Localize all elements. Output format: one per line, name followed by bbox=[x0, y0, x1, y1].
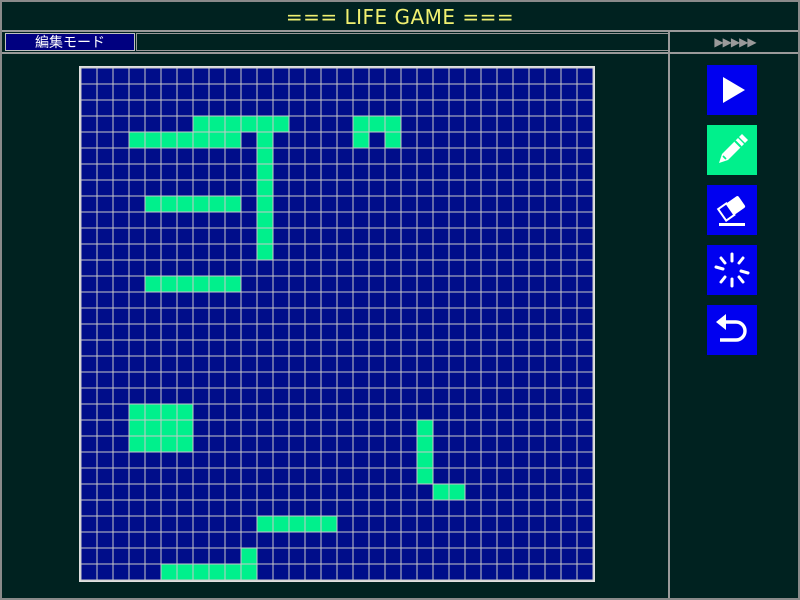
sidebar-divider bbox=[668, 30, 670, 598]
live-cell[interactable] bbox=[353, 116, 369, 132]
live-cell[interactable] bbox=[417, 468, 433, 484]
live-cell[interactable] bbox=[145, 420, 161, 436]
live-cell[interactable] bbox=[225, 196, 241, 212]
live-cell[interactable] bbox=[193, 276, 209, 292]
live-cell[interactable] bbox=[385, 116, 401, 132]
live-cell[interactable] bbox=[193, 132, 209, 148]
live-cell[interactable] bbox=[161, 436, 177, 452]
live-cell[interactable] bbox=[369, 116, 385, 132]
life-grid-canvas[interactable] bbox=[79, 66, 595, 582]
play-button[interactable] bbox=[707, 65, 757, 115]
live-cell[interactable] bbox=[129, 436, 145, 452]
clear-button[interactable] bbox=[707, 245, 757, 295]
eraser-icon bbox=[716, 196, 746, 226]
live-cell[interactable] bbox=[257, 516, 273, 532]
live-cell[interactable] bbox=[161, 420, 177, 436]
status-message-box bbox=[136, 33, 670, 51]
live-cell[interactable] bbox=[177, 420, 193, 436]
live-cell[interactable] bbox=[145, 436, 161, 452]
life-grid[interactable] bbox=[79, 66, 595, 582]
status-divider bbox=[2, 52, 798, 54]
live-cell[interactable] bbox=[161, 564, 177, 580]
live-cell[interactable] bbox=[161, 404, 177, 420]
live-cell[interactable] bbox=[241, 548, 257, 564]
live-cell[interactable] bbox=[225, 564, 241, 580]
live-cell[interactable] bbox=[353, 132, 369, 148]
live-cell[interactable] bbox=[177, 132, 193, 148]
live-cell[interactable] bbox=[145, 196, 161, 212]
play-icon bbox=[723, 77, 745, 103]
live-cell[interactable] bbox=[257, 148, 273, 164]
live-cell[interactable] bbox=[161, 196, 177, 212]
live-cell[interactable] bbox=[273, 116, 289, 132]
live-cell[interactable] bbox=[417, 452, 433, 468]
live-cell[interactable] bbox=[257, 116, 273, 132]
live-cell[interactable] bbox=[273, 516, 289, 532]
live-cell[interactable] bbox=[177, 436, 193, 452]
live-cell[interactable] bbox=[209, 116, 225, 132]
live-cell[interactable] bbox=[257, 132, 273, 148]
live-cell[interactable] bbox=[289, 516, 305, 532]
live-cell[interactable] bbox=[129, 132, 145, 148]
live-cell[interactable] bbox=[209, 276, 225, 292]
live-cell[interactable] bbox=[321, 516, 337, 532]
app-window: === LIFE GAME === 編集モード ▶▶▶▶▶ bbox=[2, 2, 798, 598]
live-cell[interactable] bbox=[449, 484, 465, 500]
live-cell[interactable] bbox=[305, 516, 321, 532]
live-cell[interactable] bbox=[209, 564, 225, 580]
undo-button[interactable] bbox=[707, 305, 757, 355]
live-cell[interactable] bbox=[145, 132, 161, 148]
app-title: === LIFE GAME === bbox=[285, 5, 515, 29]
pencil-icon bbox=[719, 134, 748, 163]
live-cell[interactable] bbox=[145, 404, 161, 420]
live-cell[interactable] bbox=[257, 164, 273, 180]
live-cell[interactable] bbox=[177, 196, 193, 212]
live-cell[interactable] bbox=[193, 564, 209, 580]
live-cell[interactable] bbox=[417, 436, 433, 452]
live-cell[interactable] bbox=[161, 132, 177, 148]
speed-indicator: ▶▶▶▶▶ bbox=[714, 35, 756, 49]
live-cell[interactable] bbox=[433, 484, 449, 500]
live-cell[interactable] bbox=[241, 116, 257, 132]
live-cell[interactable] bbox=[385, 132, 401, 148]
live-cell[interactable] bbox=[177, 564, 193, 580]
live-cell[interactable] bbox=[257, 228, 273, 244]
live-cell[interactable] bbox=[417, 420, 433, 436]
live-cell[interactable] bbox=[225, 132, 241, 148]
live-cell[interactable] bbox=[257, 196, 273, 212]
live-cell[interactable] bbox=[257, 244, 273, 260]
live-cell[interactable] bbox=[193, 196, 209, 212]
pen-button[interactable] bbox=[707, 125, 757, 175]
burst-icon bbox=[714, 252, 750, 288]
live-cell[interactable] bbox=[241, 564, 257, 580]
live-cell[interactable] bbox=[161, 276, 177, 292]
live-cell[interactable] bbox=[209, 196, 225, 212]
live-cell[interactable] bbox=[225, 276, 241, 292]
live-cell[interactable] bbox=[177, 276, 193, 292]
live-cell[interactable] bbox=[177, 404, 193, 420]
live-cell[interactable] bbox=[257, 212, 273, 228]
live-cell[interactable] bbox=[225, 116, 241, 132]
undo-icon bbox=[716, 314, 747, 342]
live-cell[interactable] bbox=[129, 404, 145, 420]
live-cell[interactable] bbox=[193, 116, 209, 132]
live-cell[interactable] bbox=[129, 420, 145, 436]
live-cell[interactable] bbox=[145, 276, 161, 292]
eraser-button[interactable] bbox=[707, 185, 757, 235]
live-cell[interactable] bbox=[257, 180, 273, 196]
mode-label: 編集モード bbox=[5, 33, 135, 51]
live-cell[interactable] bbox=[209, 132, 225, 148]
